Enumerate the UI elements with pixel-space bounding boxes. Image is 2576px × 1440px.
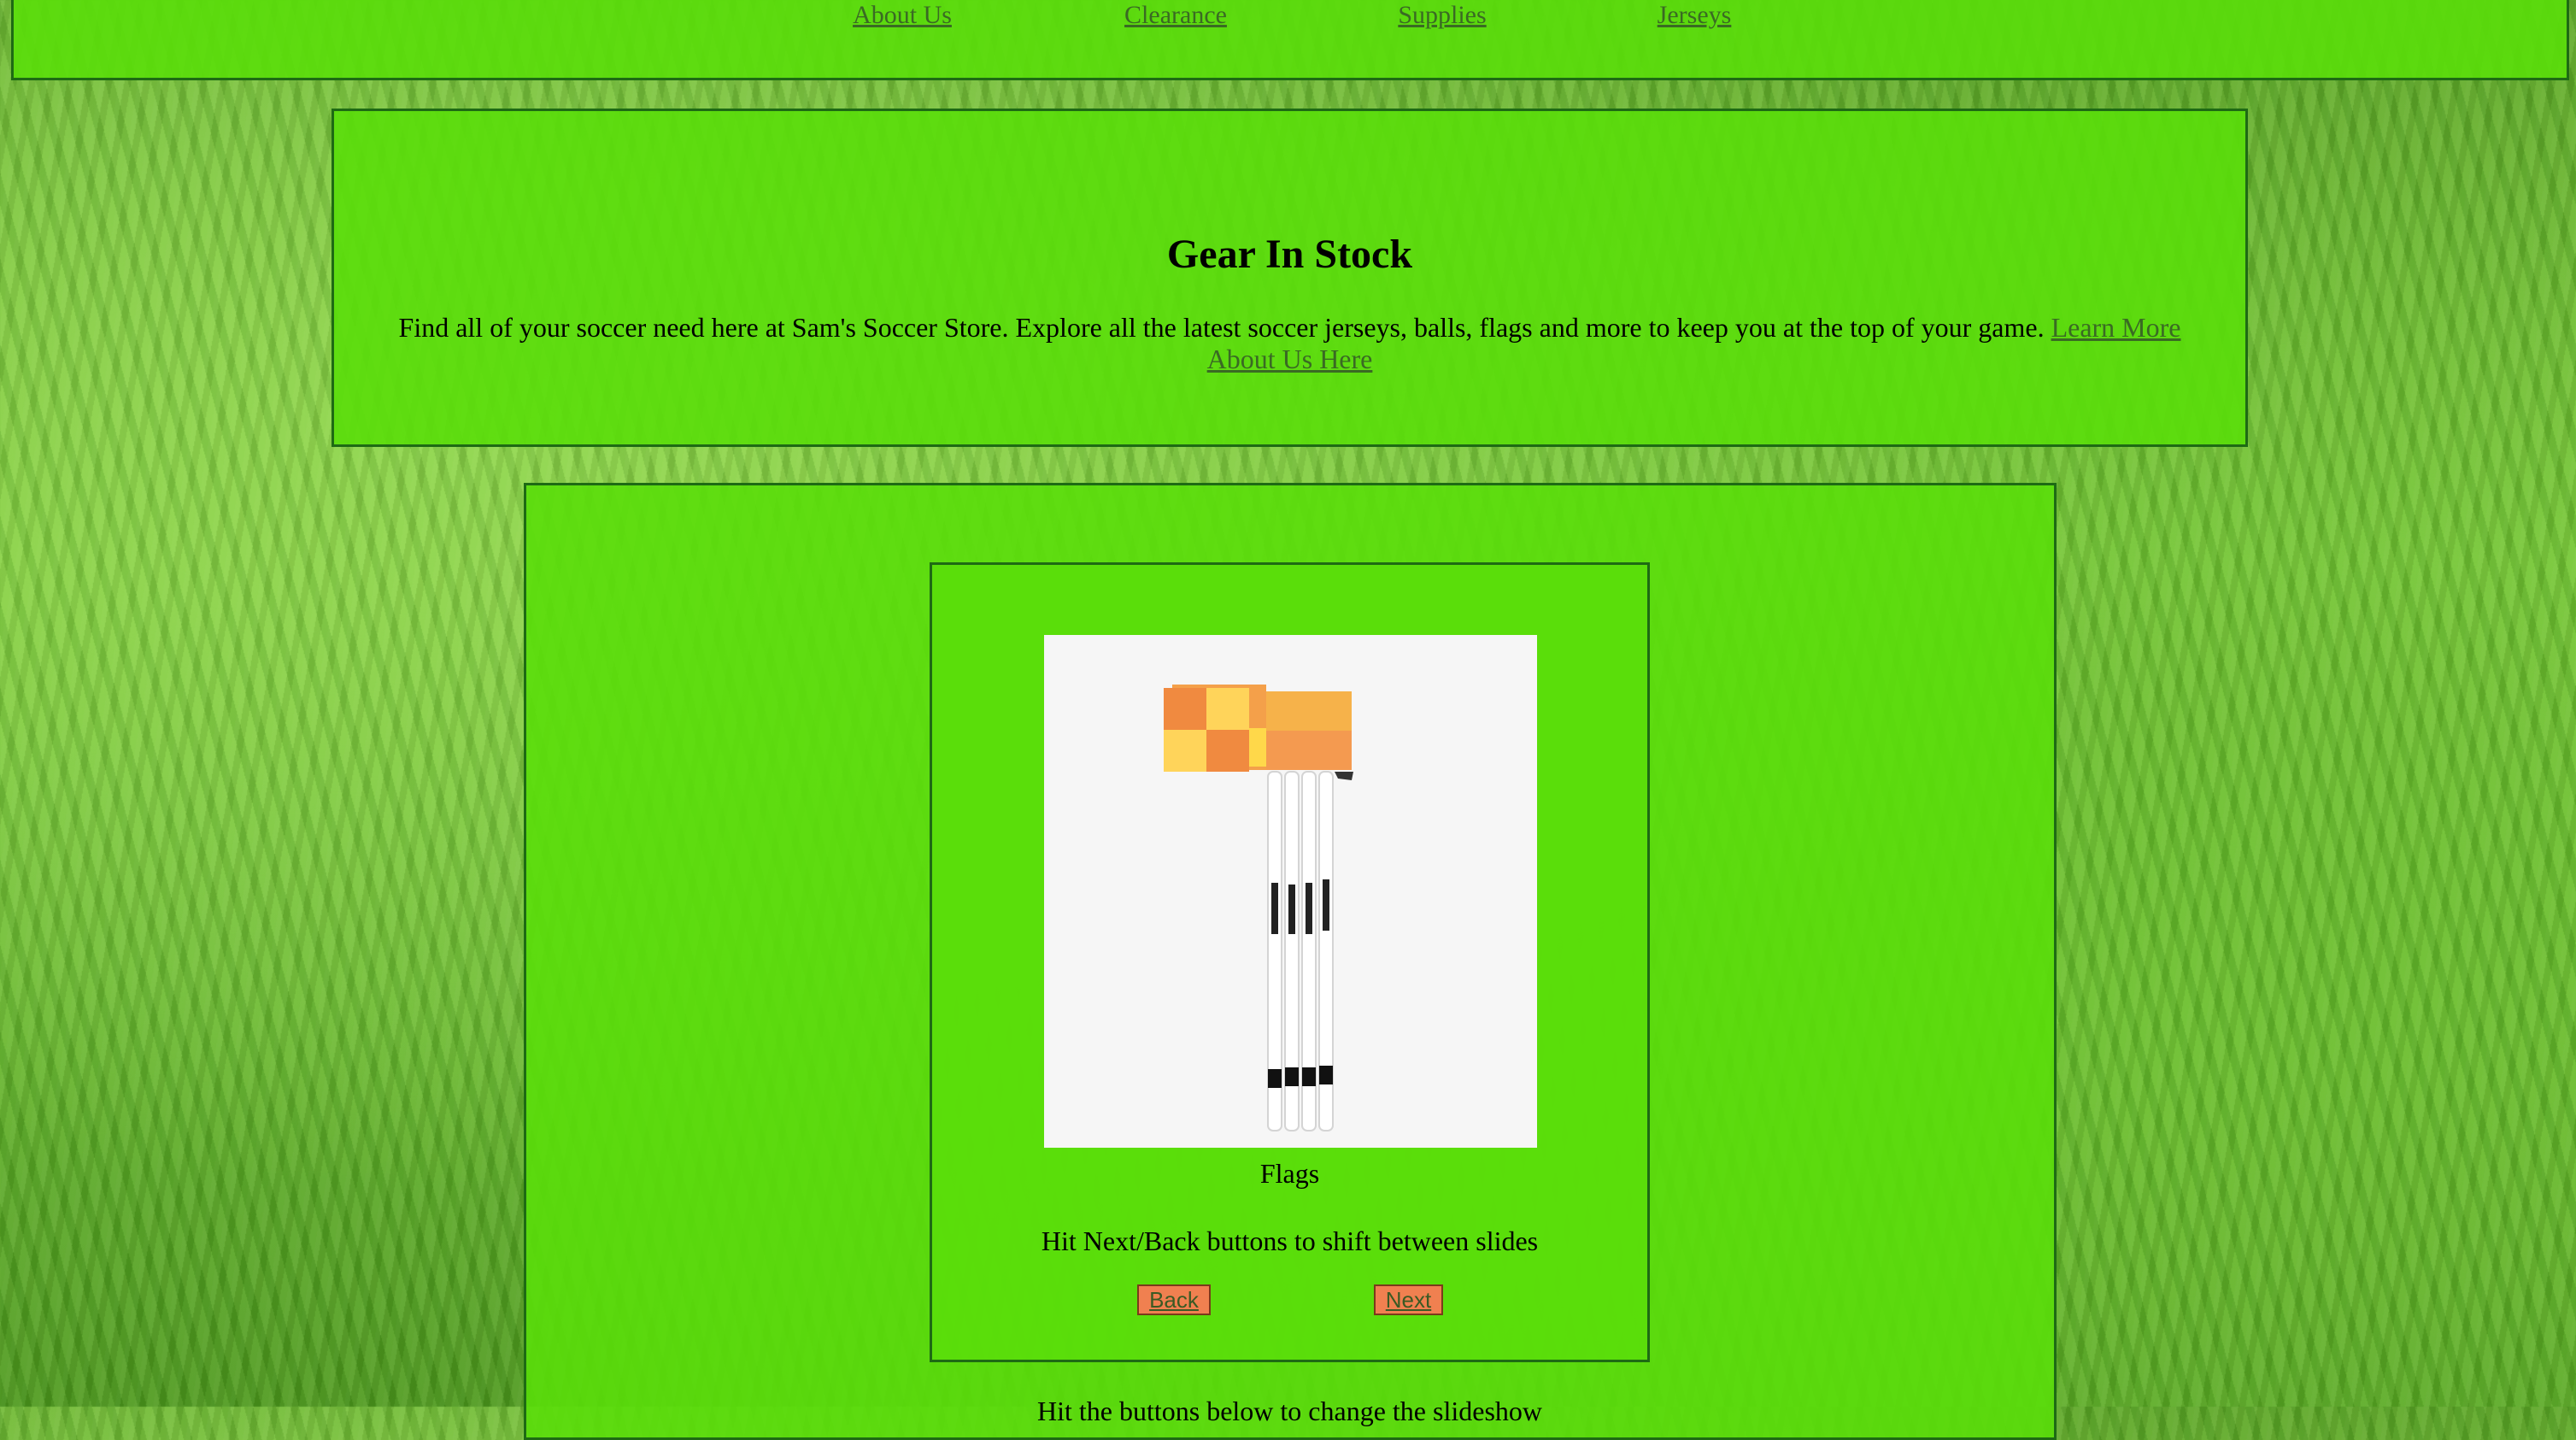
slideshow-hint-secondary: Hit the buttons below to change the slid… xyxy=(1036,1396,1542,1426)
product-image-flags xyxy=(1044,635,1537,1148)
nav-link-jerseys[interactable]: Jerseys xyxy=(1658,3,1732,28)
page-title: Gear In Stock xyxy=(1166,232,1413,277)
slide-caption: Flags xyxy=(1259,1158,1320,1189)
hero-description: Find all of your soccer need here at Sam… xyxy=(385,312,2194,375)
flags-illustration xyxy=(1044,635,1537,1148)
back-button[interactable]: Back xyxy=(1137,1284,1211,1315)
next-button[interactable]: Next xyxy=(1374,1284,1443,1315)
hero-panel: Gear In Stock Find all of your soccer ne… xyxy=(332,109,2248,447)
nav-link-clearance[interactable]: Clearance xyxy=(1124,3,1227,28)
top-nav: About Us Clearance Supplies Jerseys xyxy=(11,0,2569,80)
hero-text: Find all of your soccer need here at Sam… xyxy=(398,312,2045,343)
nav-link-supplies[interactable]: Supplies xyxy=(1398,3,1486,28)
slideshow-hint: Hit Next/Back buttons to shift between s… xyxy=(1041,1225,1539,1256)
nav-link-about-us[interactable]: About Us xyxy=(853,3,952,28)
